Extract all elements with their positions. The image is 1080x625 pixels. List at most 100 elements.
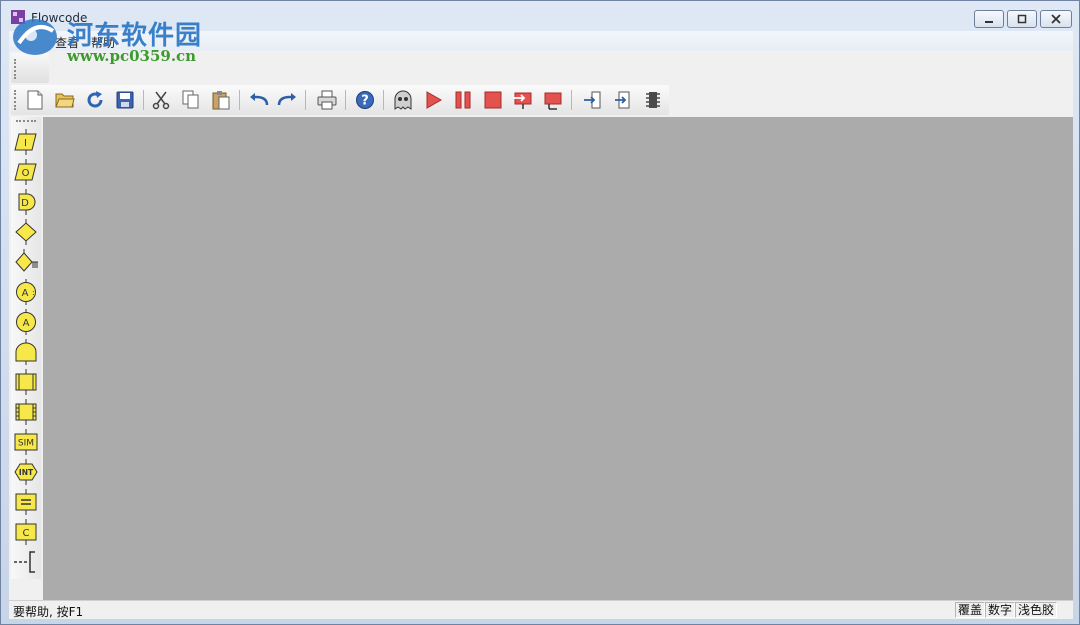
refresh-icon — [87, 91, 103, 108]
connection-icon — [14, 551, 35, 573]
palette-component-macro-button[interactable]: A: — [13, 279, 39, 305]
palette-switch-button[interactable] — [13, 249, 39, 275]
help-button[interactable]: ? — [353, 88, 377, 112]
ghost-icon — [394, 90, 412, 110]
palette-grip[interactable] — [16, 120, 36, 123]
menu-bar: 查看 帮助 — [9, 31, 1073, 51]
printer-icon — [317, 90, 337, 110]
pause-icon — [455, 91, 471, 109]
code-icon: C — [15, 519, 37, 545]
save-button[interactable] — [113, 88, 137, 112]
palette-comment-button[interactable] — [13, 489, 39, 515]
component-icon — [15, 399, 37, 425]
calculation-icon — [15, 369, 37, 395]
maximize-button[interactable] — [1007, 10, 1037, 28]
svg-text:I: I — [24, 138, 27, 149]
paste-button[interactable] — [209, 88, 233, 112]
close-button[interactable] — [1040, 10, 1072, 28]
switch-icon — [15, 249, 38, 272]
help-question-icon: ? — [356, 91, 374, 109]
open-button[interactable] — [53, 88, 77, 112]
window-title: Flowcode — [31, 11, 88, 25]
comment-icon — [15, 489, 37, 515]
close-icon — [1051, 14, 1061, 24]
step-into-button[interactable] — [511, 88, 535, 112]
svg-text:?: ? — [361, 94, 369, 109]
compile-to-chip-icon — [615, 91, 630, 109]
svg-text:A: A — [22, 288, 29, 299]
paste-icon — [212, 91, 230, 110]
palette-decision-button[interactable] — [13, 219, 39, 245]
new-button[interactable] — [23, 88, 47, 112]
app-window: Flowcode 查看 帮助 ? I O D A: A SIM INT C 要… — [0, 0, 1080, 625]
mdi-workspace[interactable] — [43, 117, 1073, 600]
title-bar[interactable]: Flowcode — [1, 1, 1079, 31]
open-folder-icon — [55, 93, 75, 108]
palette-macro-button[interactable]: A — [13, 309, 39, 335]
toolbar-grip[interactable] — [14, 90, 17, 110]
minimize-icon — [985, 21, 993, 23]
copy-button[interactable] — [179, 88, 203, 112]
simulation-icon: SIM — [14, 429, 38, 455]
compile-icon — [584, 91, 601, 109]
flowchart-palette: I O D A: A SIM INT C — [11, 117, 41, 579]
palette-input-button[interactable]: I — [13, 129, 39, 155]
status-bar: 要帮助, 按F1 覆盖 数字 浅色胶 — [9, 600, 1073, 619]
status-help-text: 要帮助, 按F1 — [13, 605, 84, 619]
palette-component-button[interactable] — [13, 399, 39, 425]
compile-button[interactable] — [581, 88, 605, 112]
toolbar-separator — [239, 90, 240, 110]
undo-button[interactable] — [247, 88, 271, 112]
palette-connection-button[interactable] — [13, 549, 39, 575]
svg-text::: : — [32, 288, 35, 297]
left-dock: I O D A: A SIM INT C — [9, 117, 43, 600]
toolbar-separator — [345, 90, 346, 110]
palette-loop-button[interactable] — [13, 339, 39, 365]
cut-button[interactable] — [149, 88, 173, 112]
minimize-button[interactable] — [974, 10, 1004, 28]
save-icon — [116, 91, 134, 109]
new-file-icon — [27, 90, 43, 110]
refresh-button[interactable] — [83, 88, 107, 112]
toolbar-separator — [571, 90, 572, 110]
undo-icon — [250, 93, 269, 106]
svg-text:D: D — [21, 198, 29, 209]
run-button[interactable] — [421, 88, 445, 112]
input-icon: I — [14, 129, 37, 155]
palette-delay-button[interactable]: D — [13, 189, 39, 215]
svg-text:A: A — [23, 318, 30, 329]
palette-calculation-button[interactable] — [13, 369, 39, 395]
copy-icon — [182, 90, 199, 109]
print-button[interactable] — [315, 88, 339, 112]
status-overwrite: 覆盖 — [955, 602, 986, 618]
compile-chip-button[interactable] — [611, 88, 635, 112]
pause-button[interactable] — [451, 88, 475, 112]
macro-icon: A — [16, 309, 36, 335]
scissors-icon — [152, 91, 170, 110]
palette-simulation-button[interactable]: SIM — [13, 429, 39, 455]
delay-icon: D — [18, 189, 36, 215]
play-icon — [426, 91, 443, 109]
svg-text:O: O — [22, 168, 30, 179]
menu-view[interactable]: 查看 — [55, 34, 79, 51]
redo-button[interactable] — [275, 88, 299, 112]
palette-interrupt-button[interactable]: INT — [13, 459, 39, 485]
component-macro-icon: A: — [16, 279, 36, 305]
status-scroll: 浅色胶 — [1015, 602, 1058, 618]
svg-text:SIM: SIM — [18, 439, 34, 449]
output-icon: O — [14, 159, 37, 185]
palette-output-button[interactable]: O — [13, 159, 39, 185]
loop-icon — [15, 339, 37, 365]
chip-button[interactable] — [641, 88, 665, 112]
palette-code-button[interactable]: C — [13, 519, 39, 545]
menu-help[interactable]: 帮助 — [91, 34, 115, 51]
step-over-icon — [544, 92, 562, 110]
main-toolbar: ? — [11, 85, 669, 115]
toolbar-area: ? — [9, 51, 1073, 117]
ghost-button[interactable] — [391, 88, 415, 112]
stop-button[interactable] — [481, 88, 505, 112]
restore-icon — [1017, 14, 1027, 24]
interrupt-icon: INT — [14, 459, 38, 485]
step-over-button[interactable] — [541, 88, 565, 112]
toolbar-grip[interactable] — [14, 59, 17, 79]
